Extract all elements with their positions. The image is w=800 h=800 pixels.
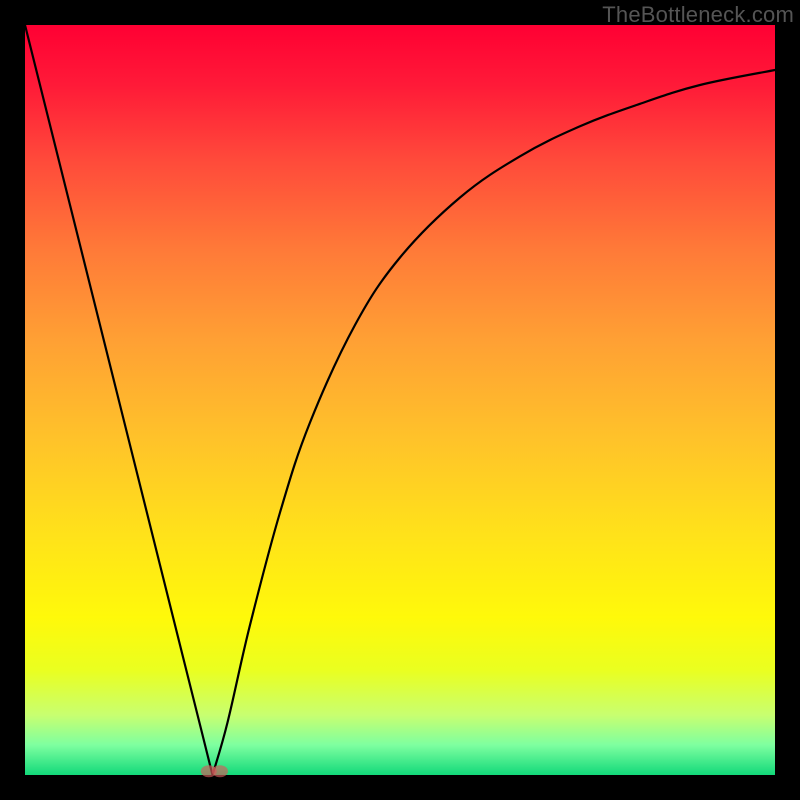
vertex-markers xyxy=(201,765,228,777)
bottleneck-curve xyxy=(25,25,775,775)
chart-svg xyxy=(25,25,775,775)
vertex-marker xyxy=(212,765,228,777)
chart-frame xyxy=(25,25,775,775)
